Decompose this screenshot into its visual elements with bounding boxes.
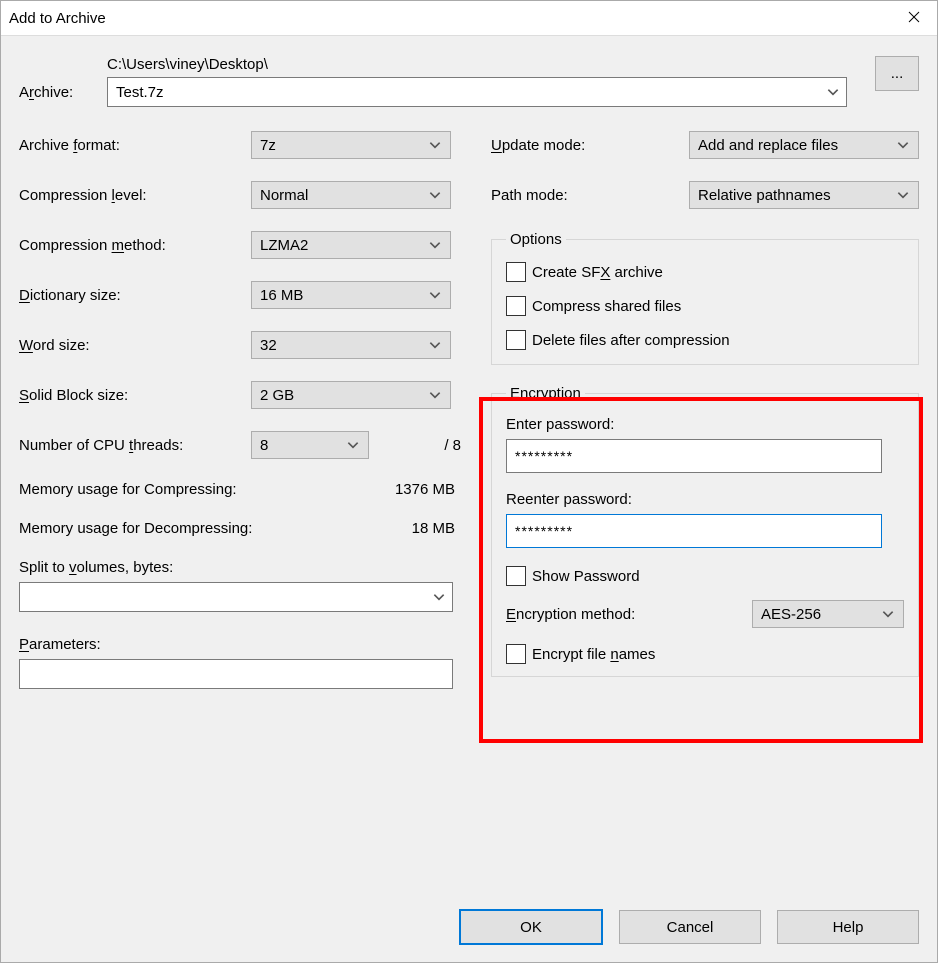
encryption-legend: Encryption bbox=[506, 385, 585, 402]
chevron-down-icon bbox=[896, 138, 910, 152]
solid-block-size-label: Solid Block size: bbox=[19, 387, 251, 404]
chevron-down-icon bbox=[428, 138, 442, 152]
split-volumes-input[interactable] bbox=[26, 588, 432, 607]
parameters-label: Parameters: bbox=[19, 636, 463, 653]
chevron-down-icon bbox=[428, 188, 442, 202]
delete-after-checkbox[interactable] bbox=[506, 330, 526, 350]
path-mode-label: Path mode: bbox=[491, 187, 689, 204]
dialog-content: Archive: C:\Users\viney\Desktop\ ... bbox=[1, 36, 937, 892]
add-to-archive-dialog: Add to Archive Archive: C:\Users\viney\D… bbox=[0, 0, 938, 963]
parameters-input[interactable] bbox=[26, 665, 446, 684]
chevron-down-icon bbox=[346, 438, 360, 452]
archive-name-input[interactable] bbox=[114, 83, 826, 102]
encryption-group: Encryption Enter password: Reenter passw… bbox=[491, 385, 919, 677]
titlebar: Add to Archive bbox=[1, 1, 937, 36]
chevron-down-icon bbox=[896, 188, 910, 202]
cpu-threads-label: Number of CPU threads: bbox=[19, 437, 251, 454]
compression-method-label: Compression method: bbox=[19, 237, 251, 254]
enter-password-input[interactable] bbox=[513, 447, 875, 465]
right-column: Update mode: Add and replace files Path … bbox=[491, 131, 919, 697]
reenter-password-field[interactable] bbox=[506, 514, 882, 548]
options-legend: Options bbox=[506, 231, 566, 248]
browse-button[interactable]: ... bbox=[875, 56, 919, 91]
encryption-method-combo[interactable]: AES-256 bbox=[752, 600, 904, 628]
archive-directory: C:\Users\viney\Desktop\ bbox=[107, 56, 847, 73]
chevron-down-icon bbox=[432, 590, 446, 604]
mem-decompress-label: Memory usage for Decompressing: bbox=[19, 520, 252, 537]
archive-label: Archive: bbox=[19, 56, 107, 101]
update-mode-label: Update mode: bbox=[491, 137, 689, 154]
mem-compress-value: 1376 MB bbox=[395, 481, 455, 498]
parameters-field[interactable] bbox=[19, 659, 453, 689]
chevron-down-icon bbox=[428, 288, 442, 302]
dictionary-size-label: Dictionary size: bbox=[19, 287, 251, 304]
close-icon bbox=[908, 10, 920, 27]
reenter-password-label: Reenter password: bbox=[506, 491, 904, 508]
archive-format-combo[interactable]: 7z bbox=[251, 131, 451, 159]
solid-block-size-combo[interactable]: 2 GB bbox=[251, 381, 451, 409]
create-sfx-checkbox[interactable] bbox=[506, 262, 526, 282]
help-button[interactable]: Help bbox=[777, 910, 919, 944]
reenter-password-input[interactable] bbox=[513, 522, 875, 540]
compress-shared-label: Compress shared files bbox=[532, 298, 681, 315]
chevron-down-icon bbox=[428, 388, 442, 402]
window-title: Add to Archive bbox=[9, 10, 106, 27]
enter-password-field[interactable] bbox=[506, 439, 882, 473]
encrypt-file-names-label: Encrypt file names bbox=[532, 646, 655, 663]
archive-name-combo[interactable] bbox=[107, 77, 847, 107]
update-mode-combo[interactable]: Add and replace files bbox=[689, 131, 919, 159]
left-column: Archive format: 7z Compression level: No… bbox=[19, 131, 463, 697]
compression-level-label: Compression level: bbox=[19, 187, 251, 204]
ok-button[interactable]: OK bbox=[459, 909, 603, 945]
cpu-threads-combo[interactable]: 8 bbox=[251, 431, 369, 459]
path-mode-combo[interactable]: Relative pathnames bbox=[689, 181, 919, 209]
mem-compress-label: Memory usage for Compressing: bbox=[19, 481, 237, 498]
show-password-checkbox[interactable] bbox=[506, 566, 526, 586]
dialog-footer: OK Cancel Help bbox=[1, 892, 937, 962]
split-volumes-label: Split to volumes, bytes: bbox=[19, 559, 463, 576]
word-size-label: Word size: bbox=[19, 337, 251, 354]
delete-after-label: Delete files after compression bbox=[532, 332, 730, 349]
dictionary-size-combo[interactable]: 16 MB bbox=[251, 281, 451, 309]
compression-method-combo[interactable]: LZMA2 bbox=[251, 231, 451, 259]
cancel-button[interactable]: Cancel bbox=[619, 910, 761, 944]
enter-password-label: Enter password: bbox=[506, 416, 904, 433]
compression-level-combo[interactable]: Normal bbox=[251, 181, 451, 209]
mem-decompress-value: 18 MB bbox=[412, 520, 455, 537]
chevron-down-icon bbox=[826, 85, 840, 99]
show-password-label: Show Password bbox=[532, 568, 640, 585]
chevron-down-icon bbox=[881, 607, 895, 621]
options-group: Options Create SFX archive Compress shar… bbox=[491, 231, 919, 365]
archive-format-label: Archive format: bbox=[19, 137, 251, 154]
compress-shared-checkbox[interactable] bbox=[506, 296, 526, 316]
split-volumes-combo[interactable] bbox=[19, 582, 453, 612]
encrypt-file-names-checkbox[interactable] bbox=[506, 644, 526, 664]
chevron-down-icon bbox=[428, 238, 442, 252]
chevron-down-icon bbox=[428, 338, 442, 352]
cpu-threads-total: / 8 bbox=[444, 437, 463, 454]
encryption-method-label: Encryption method: bbox=[506, 606, 635, 623]
word-size-combo[interactable]: 32 bbox=[251, 331, 451, 359]
close-button[interactable] bbox=[891, 2, 937, 34]
archive-row: Archive: C:\Users\viney\Desktop\ ... bbox=[19, 56, 919, 107]
create-sfx-label: Create SFX archive bbox=[532, 264, 663, 281]
